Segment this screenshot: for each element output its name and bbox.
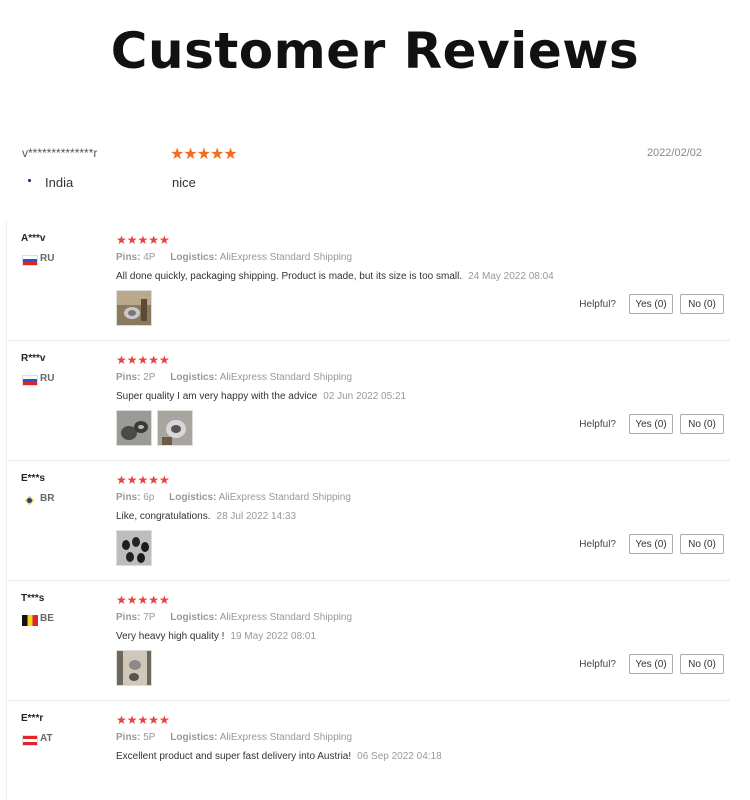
review-item: T***s BE ★★★★★ Pins: 7P Logistics: AliEx…: [7, 581, 730, 701]
review-photo[interactable]: [116, 410, 152, 446]
review-body: All done quickly, packaging shipping. Pr…: [116, 271, 554, 282]
review-body: Excellent product and super fast deliver…: [116, 751, 442, 762]
review-item: E***r AT ★★★★★ Pins: 5P Logistics: AliEx…: [7, 701, 730, 800]
pins-value: 4P: [143, 252, 156, 263]
review-meta: Pins: 5P Logistics: AliExpress Standard …: [116, 732, 352, 743]
review-photos: [116, 650, 152, 686]
review-date: 24 May 2022 08:04: [468, 271, 554, 282]
featured-review: v**************r ★★★★★ 2022/02/02 India …: [22, 140, 712, 200]
helpful-vote: Helpful? Yes (0) No (0): [579, 414, 724, 434]
russia-flag-icon: [22, 375, 38, 386]
review-photo[interactable]: [116, 530, 152, 566]
pins-value: 6p: [143, 492, 155, 503]
review-photos: [116, 530, 152, 566]
review-meta: Pins: 6p Logistics: AliExpress Standard …: [116, 492, 351, 503]
review-body: Super quality I am very happy with the a…: [116, 391, 406, 402]
no-button[interactable]: No (0): [680, 414, 724, 434]
reviewer-country: India: [45, 175, 74, 190]
review-photo[interactable]: [157, 410, 193, 446]
review-photo[interactable]: [116, 650, 152, 686]
review-item: A***v RU ★★★★★ Pins: 4P Logistics: AliEx…: [7, 221, 730, 341]
logistics-value: AliExpress Standard Shipping: [219, 372, 353, 383]
belgium-flag-icon: [22, 615, 38, 626]
review-photo[interactable]: [116, 290, 152, 326]
logistics-value: AliExpress Standard Shipping: [219, 252, 353, 263]
logistics-label: Logistics:: [169, 492, 217, 503]
pins-value: 5P: [143, 732, 156, 743]
pins-value: 2P: [143, 372, 156, 383]
review-text: Excellent product and super fast deliver…: [116, 751, 352, 762]
logistics-label: Logistics:: [170, 372, 218, 383]
review-date: 19 May 2022 08:01: [230, 631, 317, 642]
star-rating: ★★★★★: [116, 473, 170, 487]
review-meta: Pins: 2P Logistics: AliExpress Standard …: [116, 372, 352, 383]
reviewer-name: E***s: [21, 473, 45, 484]
review-text: nice: [172, 175, 196, 190]
yes-button[interactable]: Yes (0): [629, 534, 673, 554]
logistics-label: Logistics:: [170, 252, 218, 263]
pins-label: Pins:: [116, 492, 141, 503]
yes-button[interactable]: Yes (0): [629, 294, 673, 314]
star-rating: ★★★★★: [116, 233, 170, 247]
logistics-label: Logistics:: [170, 612, 218, 623]
helpful-vote: Helpful? Yes (0) No (0): [579, 534, 724, 554]
review-photos: [116, 290, 152, 326]
helpful-label: Helpful?: [579, 658, 616, 670]
star-rating: ★★★★★: [116, 593, 170, 607]
helpful-vote: Helpful? Yes (0) No (0): [579, 654, 724, 674]
review-meta: Pins: 4P Logistics: AliExpress Standard …: [116, 252, 352, 263]
reviewer-country: RU: [40, 253, 55, 264]
review-text: Like, congratulations.: [116, 511, 211, 522]
reviewer-name: R***v: [21, 353, 46, 364]
review-date: 02 Jun 2022 05:21: [323, 391, 407, 402]
pins-label: Pins:: [116, 612, 141, 623]
reviewer-country: RU: [40, 373, 55, 384]
yes-button[interactable]: Yes (0): [629, 414, 673, 434]
review-text: Super quality I am very happy with the a…: [116, 391, 318, 402]
logistics-value: AliExpress Standard Shipping: [219, 612, 353, 623]
reviewer-name: A***v: [21, 233, 46, 244]
reviewer-country: AT: [40, 733, 53, 744]
pins-label: Pins:: [116, 252, 141, 263]
review-item: R***v RU ★★★★★ Pins: 2P Logistics: AliEx…: [7, 341, 730, 461]
review-body: Like, congratulations. 28 Jul 2022 14:33: [116, 511, 296, 522]
star-rating: ★★★★★: [170, 146, 238, 163]
review-text: Very heavy high quality !: [116, 631, 225, 642]
russia-flag-icon: [22, 255, 38, 266]
reviewer-name: E***r: [21, 713, 44, 724]
reviewer-name: v**************r: [22, 146, 98, 160]
helpful-label: Helpful?: [579, 298, 616, 310]
helpful-label: Helpful?: [579, 538, 616, 550]
logistics-value: AliExpress Standard Shipping: [219, 732, 353, 743]
review-date: 2022/02/02: [646, 147, 702, 159]
reviewer-country: BE: [40, 613, 54, 624]
review-list: A***v RU ★★★★★ Pins: 4P Logistics: AliEx…: [6, 221, 730, 800]
review-body: Very heavy high quality ! 19 May 2022 08:…: [116, 631, 316, 642]
logistics-label: Logistics:: [170, 732, 218, 743]
reviewer-country: BR: [40, 493, 55, 504]
review-item: E***s BR ★★★★★ Pins: 6p Logistics: AliEx…: [7, 461, 730, 581]
no-button[interactable]: No (0): [680, 654, 724, 674]
no-button[interactable]: No (0): [680, 534, 724, 554]
review-date: 28 Jul 2022 14:33: [216, 511, 297, 522]
austria-flag-icon: [22, 735, 38, 746]
review-text: All done quickly, packaging shipping. Pr…: [116, 271, 463, 282]
pins-label: Pins:: [116, 732, 141, 743]
review-meta: Pins: 7P Logistics: AliExpress Standard …: [116, 612, 352, 623]
review-photos: [116, 410, 193, 446]
review-date: 06 Sep 2022 04:18: [357, 751, 442, 762]
helpful-vote: Helpful? Yes (0) No (0): [579, 294, 724, 314]
pins-value: 7P: [143, 612, 156, 623]
star-rating: ★★★★★: [116, 353, 170, 367]
no-button[interactable]: No (0): [680, 294, 724, 314]
yes-button[interactable]: Yes (0): [629, 654, 673, 674]
helpful-label: Helpful?: [579, 418, 616, 430]
star-rating: ★★★★★: [116, 713, 170, 727]
pins-label: Pins:: [116, 372, 141, 383]
reviewer-name: T***s: [21, 593, 45, 604]
page-title: Customer Reviews: [110, 22, 640, 80]
logistics-value: AliExpress Standard Shipping: [218, 492, 351, 503]
